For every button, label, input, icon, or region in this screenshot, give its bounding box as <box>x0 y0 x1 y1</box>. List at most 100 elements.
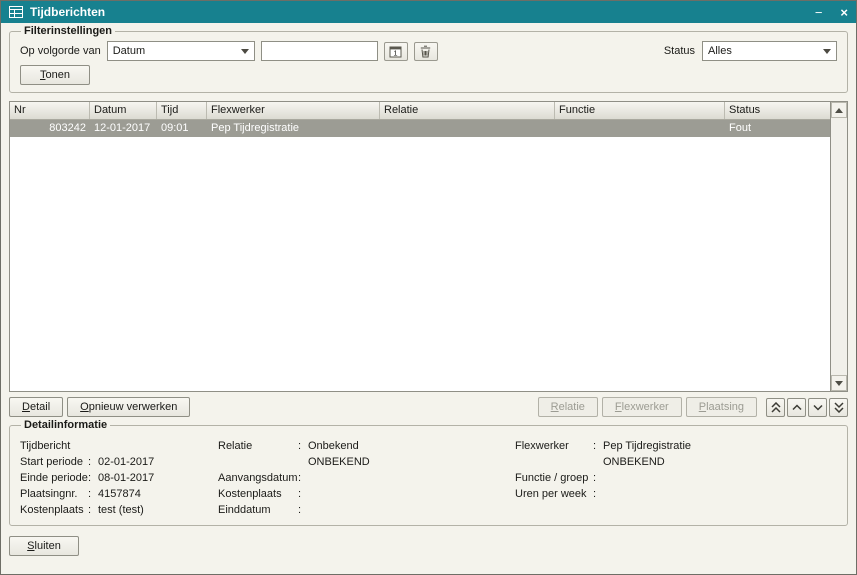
vertical-scrollbar[interactable] <box>830 102 847 391</box>
cell-tijd: 09:01 <box>157 120 207 137</box>
cell-nr: 803242 <box>10 120 90 137</box>
scroll-up-button[interactable] <box>831 102 847 118</box>
detail-group-label: Detailinformatie <box>21 419 110 431</box>
detail-column-2: Relatie : Onbekend ONBEKEND Aanvangsdatu… <box>218 438 515 518</box>
trash-icon <box>420 45 431 58</box>
detail-row: Relatie : Onbekend <box>218 438 515 454</box>
title-bar: Tijdberichten − × <box>1 1 856 23</box>
detail-label: Flexwerker <box>515 438 593 454</box>
detail-row: Start periode : 02-01-2017 <box>20 454 218 470</box>
chevron-up-icon <box>792 404 802 411</box>
sluiten-button[interactable]: Sluiten <box>9 536 79 556</box>
filter-value-input[interactable] <box>261 41 378 61</box>
minimize-button[interactable]: − <box>815 6 823 19</box>
detail-row: Aanvangsdatum : <box>218 470 515 486</box>
detail-row: ONBEKEND <box>515 454 837 470</box>
detail-value <box>98 438 218 454</box>
last-record-button[interactable] <box>829 398 848 417</box>
detail-label: Kostenplaats <box>20 502 88 518</box>
column-header-datum[interactable]: Datum <box>90 102 157 119</box>
detail-group: Detailinformatie Tijdbericht Start perio… <box>9 419 848 526</box>
calendar-button[interactable]: 1 <box>384 42 408 61</box>
detail-label: Tijdbericht <box>20 438 88 454</box>
relatie-button[interactable]: Relatie <box>538 397 598 417</box>
calendar-icon: 1 <box>389 45 402 58</box>
detail-value: ONBEKEND <box>308 454 515 470</box>
detail-row: Einde periode : 08-01-2017 <box>20 470 218 486</box>
action-row: Detail Opnieuw verwerken Relatie Flexwer… <box>9 397 848 417</box>
detail-label: Plaatsingnr. <box>20 486 88 502</box>
triangle-down-icon <box>835 381 843 386</box>
detail-label: Einde periode <box>20 470 88 486</box>
status-value: Alles <box>708 45 821 57</box>
plaatsing-button[interactable]: Plaatsing <box>686 397 757 417</box>
detail-label: Einddatum <box>218 502 298 518</box>
first-record-button[interactable] <box>766 398 785 417</box>
detail-value <box>603 486 837 502</box>
detail-row: Einddatum : <box>218 502 515 518</box>
column-header-flexwerker[interactable]: Flexwerker <box>207 102 380 119</box>
order-by-value: Datum <box>113 45 239 57</box>
previous-record-button[interactable] <box>787 398 806 417</box>
detail-row <box>515 502 837 518</box>
detail-label: Kostenplaats <box>218 486 298 502</box>
tonen-button[interactable]: Tonen <box>20 65 90 85</box>
detail-value <box>603 470 837 486</box>
flexwerker-button[interactable]: Flexwerker <box>602 397 682 417</box>
table-header: Nr Datum Tijd Flexwerker Relatie Functie… <box>10 102 830 120</box>
detail-value: test (test) <box>98 502 218 518</box>
delete-filter-button[interactable] <box>414 42 438 61</box>
chevron-down-icon <box>821 49 833 54</box>
filter-group-label: Filterinstellingen <box>21 25 115 37</box>
cell-relatie <box>380 120 555 137</box>
chevron-down-icon <box>813 404 823 411</box>
cell-status: Fout <box>725 120 830 137</box>
detail-value <box>308 502 515 518</box>
reprocess-button[interactable]: Opnieuw verwerken <box>67 397 190 417</box>
detail-label: Start periode <box>20 454 88 470</box>
column-header-functie[interactable]: Functie <box>555 102 725 119</box>
close-button[interactable]: × <box>840 6 848 19</box>
detail-row: Functie / groep : <box>515 470 837 486</box>
detail-value: 4157874 <box>98 486 218 502</box>
detail-value: Pep Tijdregistratie <box>603 438 837 454</box>
table-row[interactable]: 803242 12-01-2017 09:01 Pep Tijdregistra… <box>10 120 830 137</box>
footer: Sluiten <box>9 536 848 556</box>
detail-label: Functie / groep <box>515 470 593 486</box>
detail-column-3: Flexwerker : Pep Tijdregistratie ONBEKEN… <box>515 438 837 518</box>
app-icon <box>9 6 23 18</box>
cell-flexwerker: Pep Tijdregistratie <box>207 120 380 137</box>
record-navigation <box>766 398 848 417</box>
next-record-button[interactable] <box>808 398 827 417</box>
window-title: Tijdberichten <box>30 5 808 19</box>
column-header-tijd[interactable]: Tijd <box>157 102 207 119</box>
detail-row: Uren per week : <box>515 486 837 502</box>
detail-label <box>218 454 298 470</box>
cell-datum: 12-01-2017 <box>90 120 157 137</box>
status-select[interactable]: Alles <box>702 41 837 61</box>
detail-value: ONBEKEND <box>603 454 837 470</box>
status-label: Status <box>664 45 695 57</box>
detail-value <box>308 470 515 486</box>
triangle-up-icon <box>835 108 843 113</box>
detail-row: Plaatsingnr. : 4157874 <box>20 486 218 502</box>
scroll-down-button[interactable] <box>831 375 847 391</box>
column-header-relatie[interactable]: Relatie <box>380 102 555 119</box>
detail-label: Relatie <box>218 438 298 454</box>
detail-button[interactable]: Detail <box>9 397 63 417</box>
table-body: 803242 12-01-2017 09:01 Pep Tijdregistra… <box>10 120 830 391</box>
column-header-status[interactable]: Status <box>725 102 830 119</box>
messages-table: Nr Datum Tijd Flexwerker Relatie Functie… <box>9 101 848 392</box>
order-by-select[interactable]: Datum <box>107 41 255 61</box>
detail-row: ONBEKEND <box>218 454 515 470</box>
detail-column-1: Tijdbericht Start periode : 02-01-2017 E… <box>20 438 218 518</box>
detail-row: Kostenplaats : <box>218 486 515 502</box>
column-header-nr[interactable]: Nr <box>10 102 90 119</box>
detail-value: 02-01-2017 <box>98 454 218 470</box>
cell-functie <box>555 120 725 137</box>
detail-label <box>515 454 593 470</box>
detail-value: Onbekend <box>308 438 515 454</box>
detail-label <box>515 502 593 518</box>
scrollbar-track[interactable] <box>831 118 847 375</box>
filter-group: Filterinstellingen Op volgorde van Datum… <box>9 25 848 93</box>
